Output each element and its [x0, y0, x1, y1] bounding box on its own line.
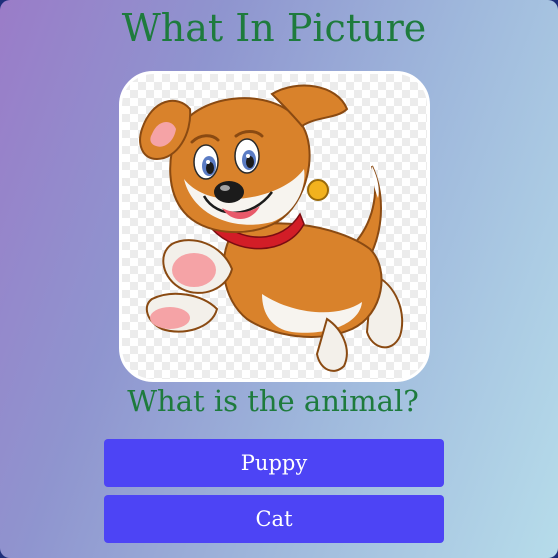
page-title: What In Picture — [121, 6, 427, 50]
answer-button-puppy[interactable]: Puppy — [104, 439, 444, 487]
quiz-picture — [119, 71, 430, 382]
puppy-icon — [139, 84, 404, 372]
quiz-screen: What In Picture What is the animal? Pupp… — [0, 0, 558, 558]
question-text: What is the animal? — [127, 384, 419, 418]
answer-button-cat[interactable]: Cat — [104, 495, 444, 543]
